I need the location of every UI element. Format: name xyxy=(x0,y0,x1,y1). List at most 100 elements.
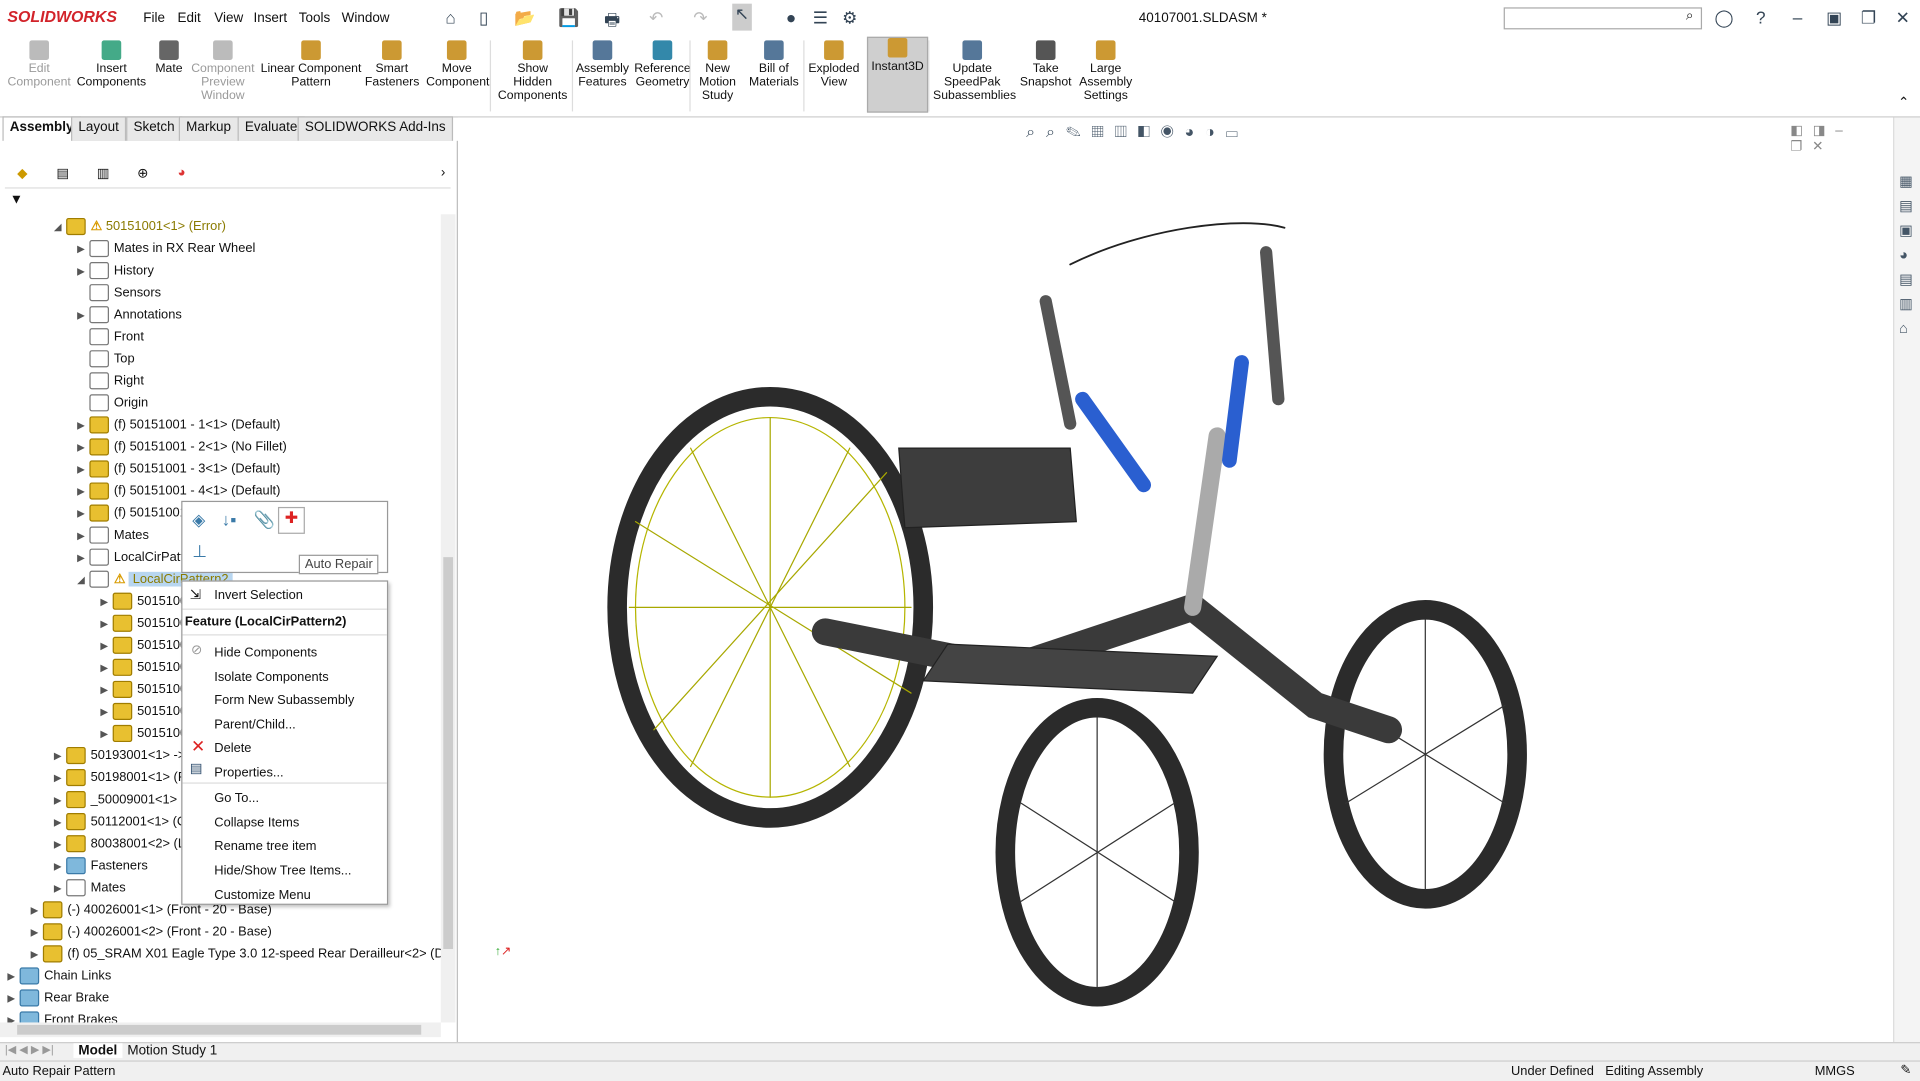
tree-item[interactable]: ▶ LocalCirPatt xyxy=(77,546,184,568)
expand-arrow-icon[interactable]: ▶ xyxy=(77,415,89,437)
tree-item[interactable]: ▶ (f) 50151001 xyxy=(77,502,187,524)
tree-item[interactable]: Origin xyxy=(77,392,148,414)
collapse-ribbon-icon[interactable]: ⌃ xyxy=(1898,94,1909,111)
ribbon-large-assembly-settings[interactable]: Large Assembly Settings xyxy=(1075,40,1136,103)
tree-item[interactable]: Top xyxy=(77,348,135,370)
user-icon[interactable]: ◯ xyxy=(1714,7,1734,27)
ribbon-exploded-view[interactable]: Exploded View xyxy=(806,40,862,89)
expand-arrow-icon[interactable]: ▶ xyxy=(100,680,112,702)
tree-item[interactable]: ▶ 5015100 xyxy=(100,678,187,700)
units-selector[interactable]: MMGS xyxy=(1815,1064,1855,1079)
undo-icon[interactable]: ↶ xyxy=(647,7,667,27)
task-pane-icons[interactable]: ▦ ▤ ▣ ◕ ▤ ▥ ⌂ xyxy=(1899,169,1913,340)
ribbon-update-speedpak-subassemblies[interactable]: Update SpeedPak Subassemblies xyxy=(933,40,1016,103)
expand-arrow-icon[interactable]: ▶ xyxy=(54,856,66,878)
menu-file[interactable]: File xyxy=(143,11,165,26)
select-cursor-icon[interactable]: ↖ xyxy=(732,3,752,31)
menu-item-hide-show-tree-items[interactable]: Hide/Show Tree Items... xyxy=(214,863,351,878)
menu-item-rename-tree-item[interactable]: Rename tree item xyxy=(214,839,316,854)
graphics-area[interactable]: ⌕⌕✎▦▥◧◉◕◑▭ ◧◨–❐✕ ↑↗ xyxy=(457,117,1894,1044)
minimize-icon[interactable]: – xyxy=(1788,7,1808,27)
expand-arrow-icon[interactable]: ▶ xyxy=(100,613,112,635)
tree-item[interactable]: ▶ 5015100 xyxy=(100,722,187,744)
help-icon[interactable]: ? xyxy=(1751,7,1771,27)
file-properties-icon[interactable]: ☰ xyxy=(811,7,831,27)
expand-arrow-icon[interactable]: ▶ xyxy=(54,834,66,856)
ribbon-new-motion-study[interactable]: New Motion Study xyxy=(693,40,742,103)
tab-sketch[interactable]: Sketch xyxy=(126,116,183,143)
tab-layout[interactable]: Layout xyxy=(71,116,127,143)
expand-arrow-icon[interactable]: ▶ xyxy=(54,746,66,768)
tree-item[interactable]: ▶ History xyxy=(77,260,154,282)
ribbon-component-preview-window[interactable]: Component Preview Window xyxy=(191,40,255,103)
expand-arrow-icon[interactable]: ▶ xyxy=(77,437,89,459)
ribbon-reference-geometry[interactable]: Reference Geometry xyxy=(632,40,693,89)
tree-item[interactable]: Sensors xyxy=(77,282,161,304)
tile-icon[interactable]: ▣ xyxy=(1824,7,1844,27)
tree-item[interactable]: ▶ _50009001<1> (E xyxy=(54,789,194,811)
tab-evaluate[interactable]: Evaluate xyxy=(237,116,305,143)
feature-manager-icon[interactable]: ◆ xyxy=(17,165,27,182)
expand-arrow-icon[interactable]: ▶ xyxy=(77,525,89,547)
property-manager-icon[interactable]: ▤ xyxy=(56,165,69,182)
tree-horizontal-scrollbar[interactable] xyxy=(0,1022,441,1038)
menu-window[interactable]: Window xyxy=(342,11,390,26)
expand-arrow-icon[interactable]: ▶ xyxy=(31,922,43,944)
expand-arrow-icon[interactable]: ▶ xyxy=(7,966,19,988)
traffic-light-icon[interactable]: ● xyxy=(781,7,801,27)
tree-item[interactable]: ▶ Mates in RX Rear Wheel xyxy=(77,238,255,260)
expand-arrow-icon[interactable]: ▶ xyxy=(54,768,66,790)
expand-arrow-icon[interactable]: ▶ xyxy=(77,261,89,283)
menu-item-properties[interactable]: Properties... xyxy=(214,765,283,780)
menu-edit[interactable]: Edit xyxy=(178,11,201,26)
expand-arrow-icon[interactable]: ▶ xyxy=(77,459,89,481)
expand-arrow-icon[interactable]: ▶ xyxy=(54,878,66,900)
expand-arrow-icon[interactable]: ▶ xyxy=(77,547,89,569)
menu-item-delete[interactable]: Delete xyxy=(214,741,251,756)
new-document-icon[interactable]: ▯ xyxy=(474,7,494,27)
expand-arrow-icon[interactable]: ▶ xyxy=(7,988,19,1010)
ribbon-insert-components[interactable]: Insert Components xyxy=(76,40,147,89)
auto-repair-icon[interactable]: ✚ xyxy=(277,506,305,534)
ribbon-assembly-features[interactable]: Assembly Features xyxy=(576,40,630,89)
menu-view[interactable]: View xyxy=(214,11,243,26)
expand-arrow-icon[interactable]: ▶ xyxy=(77,239,89,261)
tab-markup[interactable]: Markup xyxy=(178,116,239,143)
tree-item[interactable]: ▶ (f) 50151001 - 1<1> (Default) xyxy=(77,414,280,436)
ribbon-show-hidden-components[interactable]: Show Hidden Components xyxy=(497,40,568,103)
menu-insert[interactable]: Insert xyxy=(253,11,287,26)
tree-item[interactable]: ▶ Fasteners xyxy=(54,855,148,877)
tree-item[interactable]: ▶ Annotations xyxy=(77,304,182,326)
tree-item[interactable]: ▶ 50193001<1> -> xyxy=(54,744,185,766)
close-icon[interactable]: ✕ xyxy=(1893,7,1913,27)
menu-item-isolate-components[interactable]: Isolate Components xyxy=(214,670,328,685)
mate-paperclip-icon[interactable]: 📎 xyxy=(253,509,274,530)
bike-3d-model[interactable] xyxy=(458,118,1893,1044)
open-icon[interactable]: 📂 xyxy=(514,7,535,27)
menu-item-go-to[interactable]: Go To... xyxy=(214,791,259,806)
expand-arrow-icon[interactable]: ▶ xyxy=(31,900,43,922)
tree-item[interactable]: ▶ Mates xyxy=(77,524,149,546)
save-icon[interactable]: 💾 xyxy=(558,7,579,27)
menu-item-parent-child[interactable]: Parent/Child... xyxy=(214,718,295,733)
menu-item-collapse-items[interactable]: Collapse Items xyxy=(214,816,299,831)
configuration-manager-icon[interactable]: ▥ xyxy=(97,165,110,182)
expand-arrow-icon[interactable]: ▶ xyxy=(100,636,112,658)
tree-item[interactable]: ▶ (f) 05_SRAM X01 Eagle Type 3.0 12-speed… xyxy=(31,943,441,965)
home-icon[interactable]: ⌂ xyxy=(441,7,461,27)
ribbon-bill-of-materials[interactable]: Bill of Materials xyxy=(744,40,803,89)
expand-arrow-icon[interactable]: ▶ xyxy=(54,812,66,834)
tree-item[interactable]: Right xyxy=(77,370,144,392)
ribbon-mate[interactable]: Mate xyxy=(152,40,186,76)
expand-arrow-icon[interactable]: ▶ xyxy=(77,503,89,525)
ribbon-instant3d[interactable]: Instant3D xyxy=(866,36,929,113)
tree-item[interactable]: ▶ (f) 50151001 - 3<1> (Default) xyxy=(77,458,280,480)
expand-arrow-icon[interactable]: ▶ xyxy=(31,944,43,966)
tree-item[interactable]: ▶ Rear Brake xyxy=(7,987,109,1009)
tree-item[interactable]: ▶ 50198001<1> (R xyxy=(54,767,187,789)
tree-item[interactable]: Front xyxy=(77,326,144,348)
redo-icon[interactable]: ↷ xyxy=(691,7,711,27)
tree-item[interactable]: ▶ 5015100 xyxy=(100,590,187,612)
rebuild-icon[interactable]: ↓▪ xyxy=(222,509,237,529)
expand-arrow-icon[interactable]: ▶ xyxy=(54,790,66,812)
